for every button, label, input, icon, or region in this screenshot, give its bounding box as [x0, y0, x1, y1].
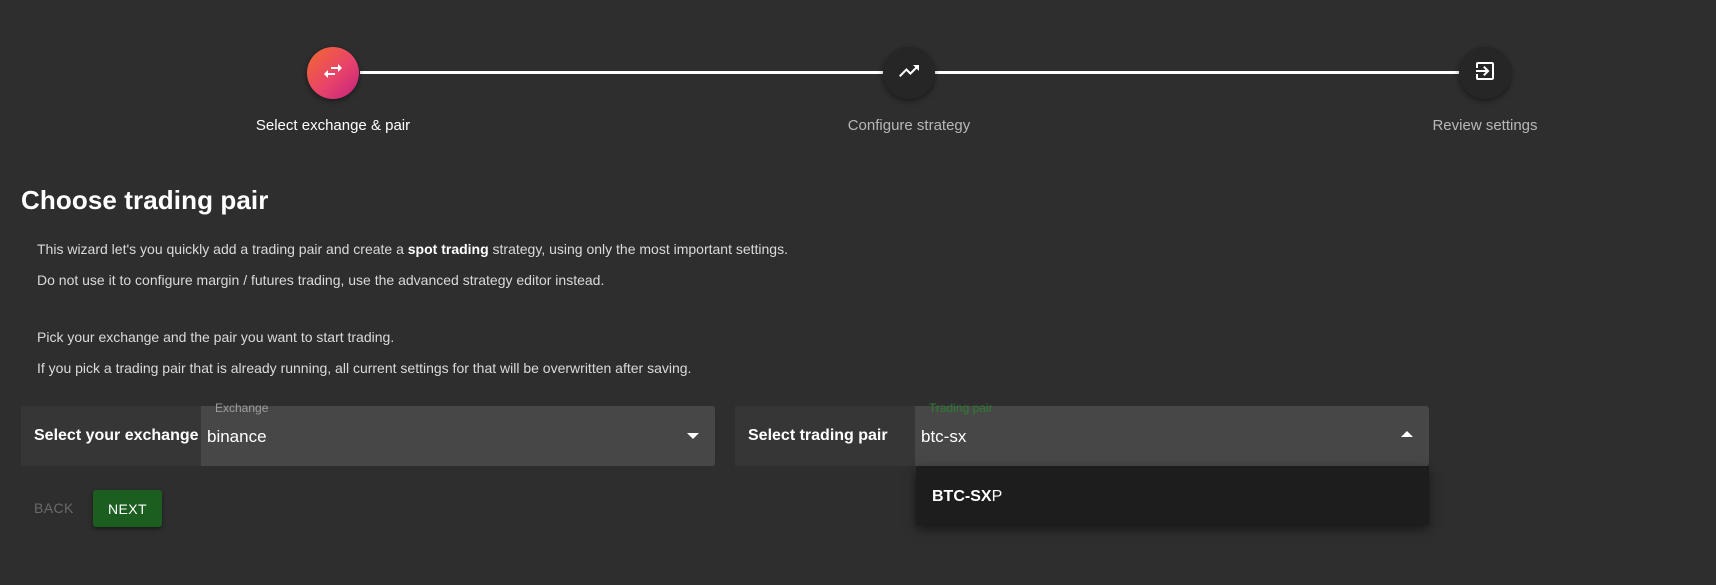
exchange-select[interactable]: Exchange binance: [201, 401, 715, 466]
pair-field-label: Trading pair: [929, 401, 993, 415]
stepper-connector-2: [934, 71, 1464, 74]
exchange-field-label: Exchange: [215, 401, 269, 415]
trading-pair-wizard: Select exchange & pair Configure strateg…: [0, 0, 1716, 585]
option-rest-text: P: [991, 488, 1003, 505]
swap-arrows-icon: [321, 59, 345, 88]
pair-select[interactable]: Trading pair btc-sx: [915, 401, 1429, 466]
stepper-connector-1: [360, 71, 890, 74]
description-line-2: Do not use it to configure margin / futu…: [37, 272, 605, 288]
exchange-select-label: Select your exchange: [21, 406, 201, 466]
pair-dropdown-menu: BTC-SXP: [916, 466, 1429, 525]
chevron-down-icon[interactable]: [687, 433, 699, 439]
step-3-circle[interactable]: [1459, 47, 1511, 99]
intro-bold: spot trading: [407, 241, 489, 257]
intro-prefix: This wizard let's you quickly add a trad…: [37, 241, 408, 257]
step-1-label: Select exchange & pair: [255, 117, 411, 134]
intro-suffix: strategy, using only the most important …: [488, 241, 788, 257]
back-button[interactable]: BACK: [34, 500, 74, 516]
pair-select-group: Select trading pair Trading pair btc-sx: [735, 401, 1429, 466]
step-3-label: Review settings: [1432, 117, 1538, 134]
wizard-stepper: Select exchange & pair Configure strateg…: [0, 0, 1716, 160]
step-2-circle[interactable]: [883, 47, 935, 99]
page-title: Choose trading pair: [21, 185, 269, 215]
dropdown-option[interactable]: BTC-SXP: [932, 488, 1002, 506]
exit-to-app-icon: [1473, 59, 1497, 88]
step-2-label: Configure strategy: [847, 117, 971, 134]
intro-text: This wizard let's you quickly add a trad…: [37, 241, 788, 257]
step-1-circle[interactable]: [307, 47, 359, 99]
exchange-value: binance: [207, 427, 267, 446]
description-line-4: If you pick a trading pair that is alrea…: [37, 360, 692, 376]
trending-up-icon: [897, 59, 921, 88]
description-line-3: Pick your exchange and the pair you want…: [37, 329, 395, 345]
pair-search-input[interactable]: btc-sx: [921, 427, 966, 447]
chevron-up-icon[interactable]: [1401, 431, 1413, 437]
exchange-select-group: Select your exchange Exchange binance: [21, 401, 715, 466]
option-match-text: BTC-SX: [932, 488, 992, 505]
next-button[interactable]: NEXT: [93, 490, 162, 527]
pair-select-label: Select trading pair: [735, 406, 915, 466]
